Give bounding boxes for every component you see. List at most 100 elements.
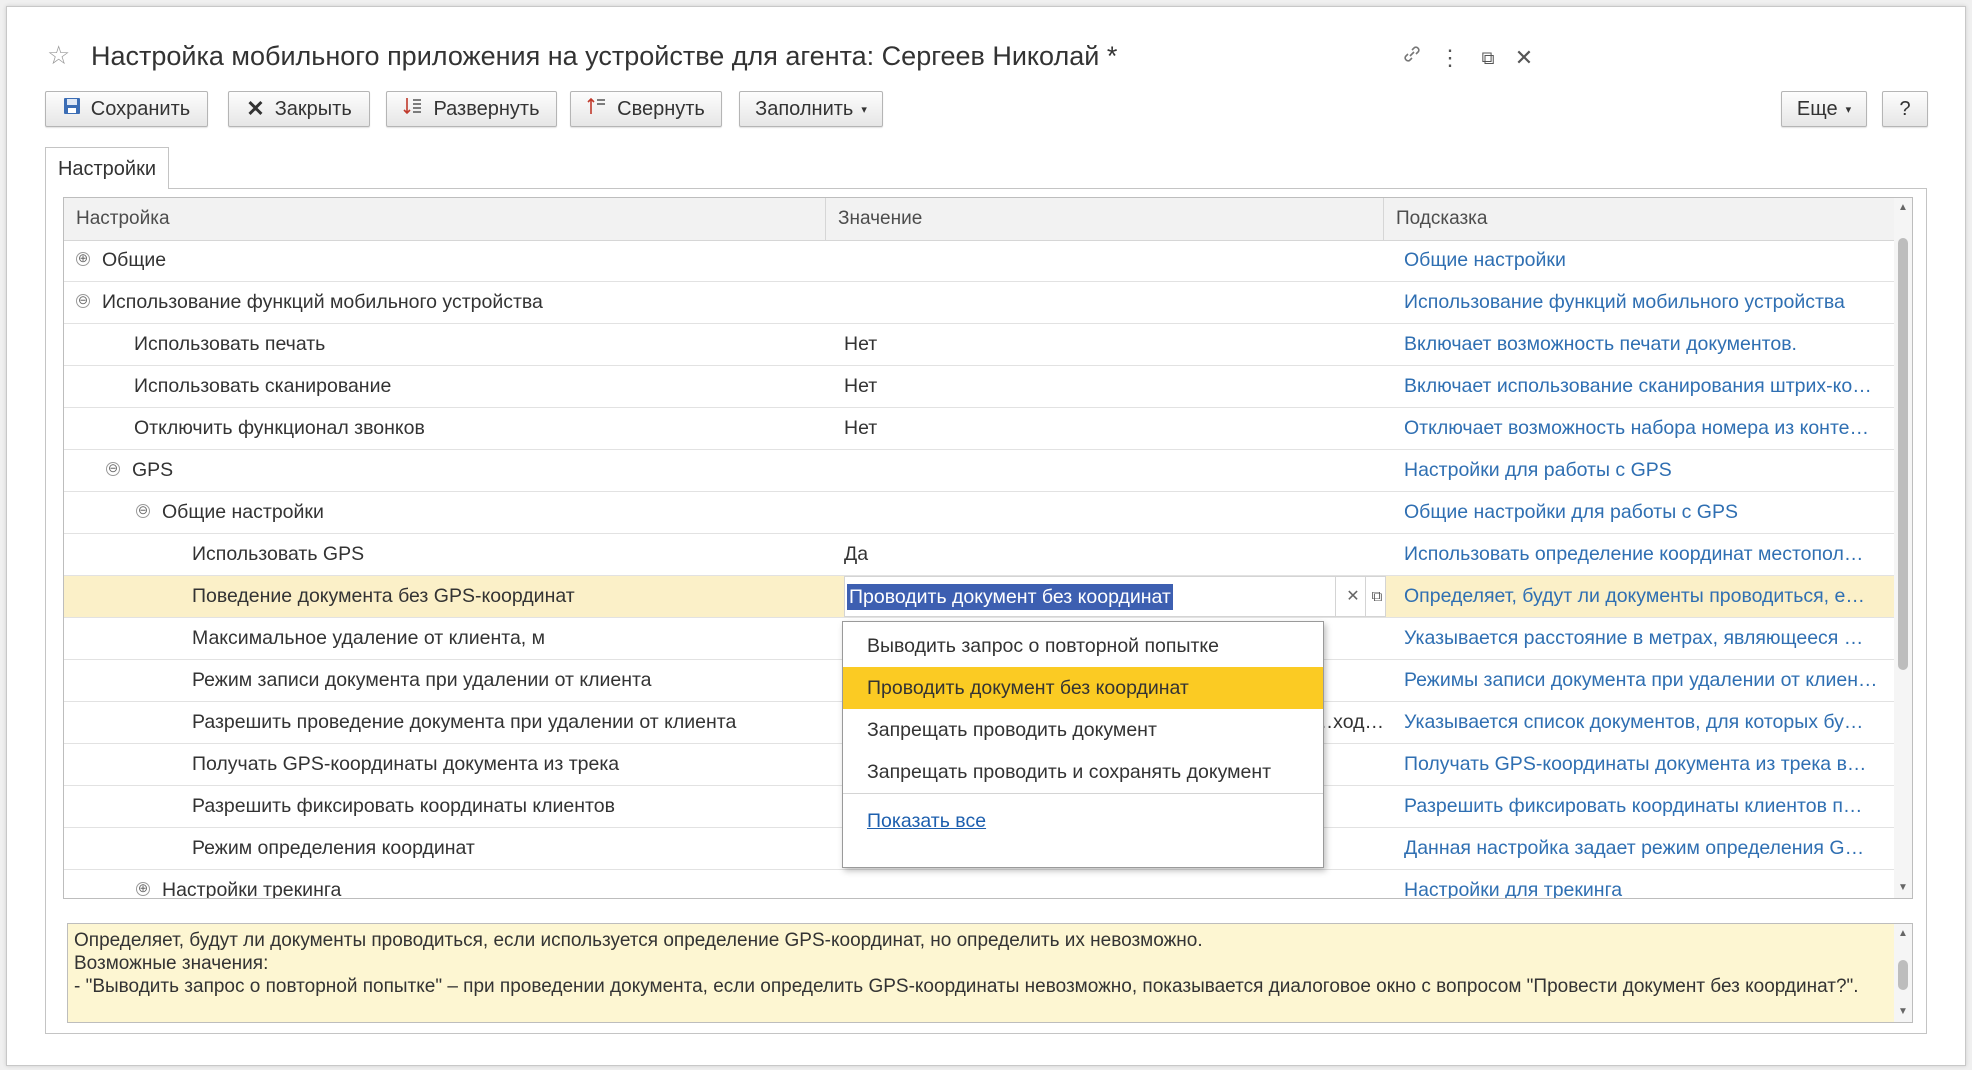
tab-settings[interactable]: Настройки bbox=[45, 147, 169, 189]
setting-hint-link[interactable]: Общие настройки для работы с GPS bbox=[1404, 492, 1884, 533]
restore-window-icon[interactable]: ⧉ bbox=[1473, 43, 1503, 73]
setting-hint-link[interactable]: Использование функций мобильного устройс… bbox=[1404, 282, 1884, 323]
setting-value[interactable]: Да bbox=[844, 534, 1384, 575]
setting-hint-link[interactable]: Режимы записи документа при удалении от … bbox=[1404, 660, 1884, 701]
setting-value[interactable] bbox=[844, 870, 1384, 898]
more-dropdown-button[interactable]: Еще ▾ bbox=[1781, 91, 1867, 127]
close-window-icon[interactable]: ✕ bbox=[1509, 43, 1539, 73]
help-button[interactable]: ? bbox=[1882, 91, 1928, 127]
dropdown-option-selected[interactable]: Проводить документ без координат bbox=[843, 667, 1323, 709]
table-row[interactable]: ⊖ Использование функций мобильного устрой… bbox=[64, 282, 1894, 324]
show-all-link[interactable]: Показать все bbox=[867, 810, 986, 833]
value-editor[interactable]: Проводить документ без координат ✕ ⧉ bbox=[844, 576, 1386, 617]
more-button-label: Еще bbox=[1796, 97, 1838, 120]
setting-name: Разрешить фиксировать координаты клиенто… bbox=[192, 795, 615, 817]
save-button[interactable]: Сохранить bbox=[45, 91, 208, 127]
setting-name: Общие настройки bbox=[162, 501, 324, 523]
column-header-setting[interactable]: Настройка bbox=[64, 198, 826, 240]
value-editor-text[interactable]: Проводить документ без координат bbox=[847, 584, 1173, 610]
setting-name: Поведение документа без GPS-координат bbox=[192, 585, 575, 607]
setting-hint-link[interactable]: Использовать определение координат место… bbox=[1404, 534, 1884, 575]
value-choice-dropdown: Выводить запрос о повторной попытке Пров… bbox=[842, 621, 1324, 868]
collapse-all-label: Свернуть bbox=[617, 97, 705, 120]
setting-value[interactable] bbox=[844, 450, 1384, 491]
table-row[interactable]: Использовать печать Нет Включает возможн… bbox=[64, 324, 1894, 366]
setting-name: Общие bbox=[102, 249, 167, 271]
collapse-node-icon[interactable]: ⊖ bbox=[136, 503, 150, 518]
scroll-down-icon[interactable]: ▼ bbox=[1894, 1006, 1912, 1017]
table-row[interactable]: ⊕ Настройки трекинга Настройки для трекин… bbox=[64, 870, 1894, 898]
setting-hint-link[interactable]: Настройки для трекинга bbox=[1404, 870, 1884, 898]
setting-hint-link[interactable]: Указывается список документов, для котор… bbox=[1404, 702, 1884, 743]
dropdown-option[interactable]: Запрещать проводить и сохранять документ bbox=[843, 751, 1323, 793]
dropdown-caret-icon: ▾ bbox=[1845, 103, 1852, 116]
setting-name-cell: ⊕ Настройки трекинга bbox=[64, 870, 898, 898]
table-scrollbar[interactable]: ▲ ▼ bbox=[1894, 198, 1912, 898]
setting-name: Использовать печать bbox=[134, 333, 326, 355]
column-header-hint[interactable]: Подсказка bbox=[1384, 198, 1894, 240]
expand-node-icon[interactable]: ⊕ bbox=[76, 251, 90, 266]
table-row[interactable]: Отключить функционал звонков Нет Отключа… bbox=[64, 408, 1894, 450]
setting-hint-link[interactable]: Определяет, будут ли документы проводить… bbox=[1404, 576, 1884, 617]
setting-value[interactable] bbox=[844, 492, 1384, 533]
collapse-node-icon[interactable]: ⊖ bbox=[106, 461, 120, 476]
scrollbar-thumb[interactable] bbox=[1898, 238, 1908, 670]
collapse-tree-icon bbox=[587, 96, 607, 122]
scroll-up-icon[interactable]: ▲ bbox=[1894, 928, 1912, 939]
table-row[interactable]: ⊖ Общие настройки Общие настройки для раб… bbox=[64, 492, 1894, 534]
setting-name: Режим записи документа при удалении от к… bbox=[192, 669, 652, 691]
setting-name-cell: ⊖ Использование функций мобильного устрой… bbox=[64, 282, 838, 323]
setting-name-cell: ⊖ GPS bbox=[64, 450, 868, 491]
expand-all-label: Развернуть bbox=[433, 97, 540, 120]
table-row[interactable]: ⊕ Общие Общие настройки bbox=[64, 240, 1894, 282]
setting-hint-link[interactable]: Настройки для работы с GPS bbox=[1404, 450, 1884, 491]
clear-icon[interactable]: ✕ bbox=[1341, 577, 1365, 617]
setting-hint-link[interactable]: Общие настройки bbox=[1404, 240, 1884, 281]
dropdown-option[interactable]: Запрещать проводить документ bbox=[843, 709, 1323, 751]
setting-hint-link[interactable]: Отключает возможность набора номера из к… bbox=[1404, 408, 1884, 449]
save-button-label: Сохранить bbox=[90, 97, 191, 120]
close-button-label: Закрыть bbox=[274, 97, 352, 120]
collapse-all-button[interactable]: Свернуть bbox=[570, 91, 722, 127]
link-icon[interactable] bbox=[1397, 43, 1427, 73]
scroll-up-icon[interactable]: ▲ bbox=[1894, 202, 1912, 213]
window-title: Настройка мобильного приложения на устро… bbox=[91, 41, 1118, 71]
setting-hint-link[interactable]: Данная настройка задает режим определени… bbox=[1404, 828, 1884, 869]
setting-value[interactable] bbox=[844, 282, 1384, 323]
column-header-value[interactable]: Значение bbox=[826, 198, 1384, 240]
fill-dropdown-button[interactable]: Заполнить ▾ bbox=[739, 91, 883, 127]
setting-hint-link[interactable]: Получать GPS-координаты документа из тре… bbox=[1404, 744, 1884, 785]
scroll-down-icon[interactable]: ▼ bbox=[1894, 882, 1912, 893]
setting-value[interactable]: Нет bbox=[844, 324, 1384, 365]
favorite-star-icon[interactable]: ☆ bbox=[47, 42, 70, 68]
setting-hint-link[interactable]: Указывается расстояние в метрах, являюще… bbox=[1404, 618, 1884, 659]
setting-hint-link[interactable]: Разрешить фиксировать координаты клиенто… bbox=[1404, 786, 1884, 827]
open-form-icon[interactable]: ⧉ bbox=[1365, 577, 1388, 617]
scrollbar-thumb[interactable] bbox=[1898, 960, 1908, 990]
table-header: Настройка Значение Подсказка bbox=[64, 198, 1894, 241]
table-row[interactable]: Использовать сканирование Нет Включает и… bbox=[64, 366, 1894, 408]
setting-value[interactable] bbox=[844, 240, 1384, 281]
setting-name: Получать GPS-координаты документа из тре… bbox=[192, 753, 620, 775]
setting-value[interactable]: Нет bbox=[844, 366, 1384, 407]
hint-panel: Определяет, будут ли документы проводить… bbox=[67, 923, 1913, 1023]
setting-name: Использовать GPS bbox=[192, 543, 365, 565]
table-row[interactable]: ⊖ GPS Настройки для работы с GPS bbox=[64, 450, 1894, 492]
hint-scrollbar[interactable]: ▲ ▼ bbox=[1894, 924, 1912, 1022]
setting-hint-link[interactable]: Включает использование сканирования штри… bbox=[1404, 366, 1884, 407]
expand-all-button[interactable]: Развернуть bbox=[386, 91, 557, 127]
more-actions-icon[interactable]: ⋮ bbox=[1435, 43, 1465, 73]
setting-name: Максимальное удаление от клиента, м bbox=[192, 627, 546, 649]
table-row-selected[interactable]: Поведение документа без GPS-координат Пр… bbox=[64, 576, 1894, 618]
setting-value[interactable]: Нет bbox=[844, 408, 1384, 449]
collapse-node-icon[interactable]: ⊖ bbox=[76, 293, 90, 308]
setting-name-cell: ⊕ Общие bbox=[64, 240, 838, 281]
floppy-disk-icon bbox=[63, 97, 81, 121]
setting-name: Использовать сканирование bbox=[134, 375, 392, 397]
close-button[interactable]: ✕ Закрыть bbox=[228, 91, 370, 127]
dropdown-divider bbox=[843, 793, 1323, 794]
dropdown-option[interactable]: Выводить запрос о повторной попытке bbox=[843, 625, 1323, 667]
table-row[interactable]: Использовать GPS Да Использовать определ… bbox=[64, 534, 1894, 576]
expand-node-icon[interactable]: ⊕ bbox=[136, 881, 150, 896]
setting-hint-link[interactable]: Включает возможность печати документов. bbox=[1404, 324, 1884, 365]
